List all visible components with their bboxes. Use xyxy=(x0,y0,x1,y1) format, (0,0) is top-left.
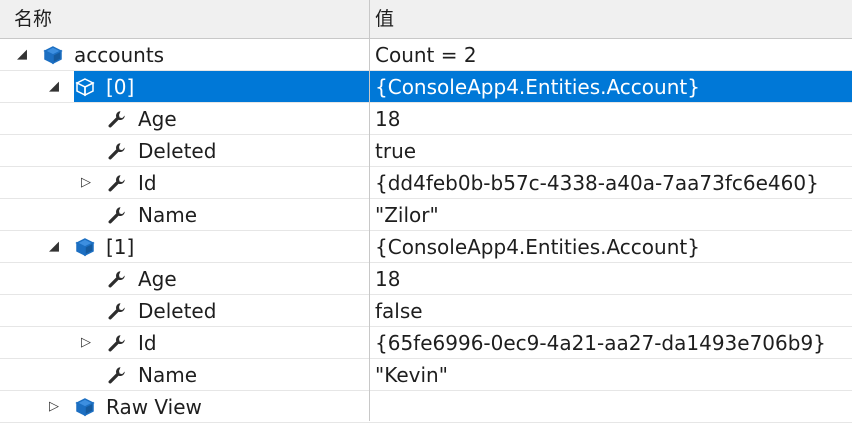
row-value[interactable]: 18 xyxy=(375,263,400,295)
watch-window: 名称 值 ◢ accounts Count = 2 ◢ [0] {ConsoleApp4.… xyxy=(0,0,852,423)
object-cube-icon xyxy=(42,45,64,65)
object-cube-icon xyxy=(74,237,96,257)
wrench-icon xyxy=(106,109,128,129)
object-cube-icon xyxy=(74,397,96,417)
row-name: Raw View xyxy=(106,395,202,419)
row-value[interactable]: "Kevin" xyxy=(375,359,448,391)
row-name: Age xyxy=(138,267,177,291)
row-value[interactable]: true xyxy=(375,135,416,167)
wrench-icon xyxy=(106,365,128,385)
wrench-icon xyxy=(106,333,128,353)
row-value[interactable]: "Zilor" xyxy=(375,199,439,231)
tree-row[interactable]: Age 18 xyxy=(0,103,852,135)
row-name: Id xyxy=(138,331,157,355)
collapsed-arrow-icon[interactable]: ▷ xyxy=(78,167,94,199)
row-value[interactable]: {ConsoleApp4.Entities.Account} xyxy=(375,231,700,263)
expanded-arrow-icon[interactable]: ◢ xyxy=(46,71,62,103)
wrench-icon xyxy=(106,301,128,321)
tree-row[interactable]: Name "Kevin" xyxy=(0,359,852,391)
tree-row[interactable]: Age 18 xyxy=(0,263,852,295)
name-column-header[interactable]: 名称 xyxy=(14,0,52,38)
tree-row[interactable]: ▷ Id {dd4feb0b-b57c-4338-a40a-7aa73fc6e460… xyxy=(0,167,852,199)
tree-row[interactable]: Deleted true xyxy=(0,135,852,167)
wrench-icon xyxy=(106,269,128,289)
expanded-arrow-icon[interactable]: ◢ xyxy=(14,39,30,71)
row-value[interactable]: {65fe6996-0ec9-4a21-aa27-da1493e706b9} xyxy=(375,327,826,359)
row-name: Deleted xyxy=(138,299,217,323)
tree-row[interactable]: ▷ Id {65fe6996-0ec9-4a21-aa27-da1493e706b9… xyxy=(0,327,852,359)
collapsed-arrow-icon[interactable]: ▷ xyxy=(46,391,62,423)
row-value[interactable]: {dd4feb0b-b57c-4338-a40a-7aa73fc6e460} xyxy=(375,167,819,199)
wrench-icon xyxy=(106,205,128,225)
tree-row[interactable]: ▷ Raw View xyxy=(0,391,852,423)
row-name: Age xyxy=(138,107,177,131)
row-value[interactable]: false xyxy=(375,295,423,327)
row-name: Deleted xyxy=(138,139,217,163)
column-divider[interactable] xyxy=(369,0,370,421)
row-value[interactable]: 18 xyxy=(375,103,400,135)
row-name: [1] xyxy=(106,235,135,259)
wrench-icon xyxy=(106,173,128,193)
tree-row[interactable]: ◢ [1] {ConsoleApp4.Entities.Account} xyxy=(0,231,852,263)
tree-row[interactable]: ◢ [0] {ConsoleApp4.Entities.Account} xyxy=(0,71,852,103)
row-name: Id xyxy=(138,171,157,195)
column-header: 名称 值 xyxy=(0,0,852,39)
row-name: Name xyxy=(138,363,198,387)
tree-row[interactable]: Deleted false xyxy=(0,295,852,327)
tree-row[interactable]: ◢ accounts Count = 2 xyxy=(0,39,852,71)
value-column-header[interactable]: 值 xyxy=(375,0,394,38)
wrench-icon xyxy=(106,141,128,161)
row-name: [0] xyxy=(106,75,135,99)
collapsed-arrow-icon[interactable]: ▷ xyxy=(78,327,94,359)
row-name: Name xyxy=(138,203,198,227)
tree-row[interactable]: Name "Zilor" xyxy=(0,199,852,231)
expanded-arrow-icon[interactable]: ◢ xyxy=(46,231,62,263)
row-value[interactable]: Count = 2 xyxy=(375,39,477,71)
object-cube-icon xyxy=(74,77,96,97)
row-value[interactable]: {ConsoleApp4.Entities.Account} xyxy=(375,71,700,103)
row-name: accounts xyxy=(74,43,165,67)
